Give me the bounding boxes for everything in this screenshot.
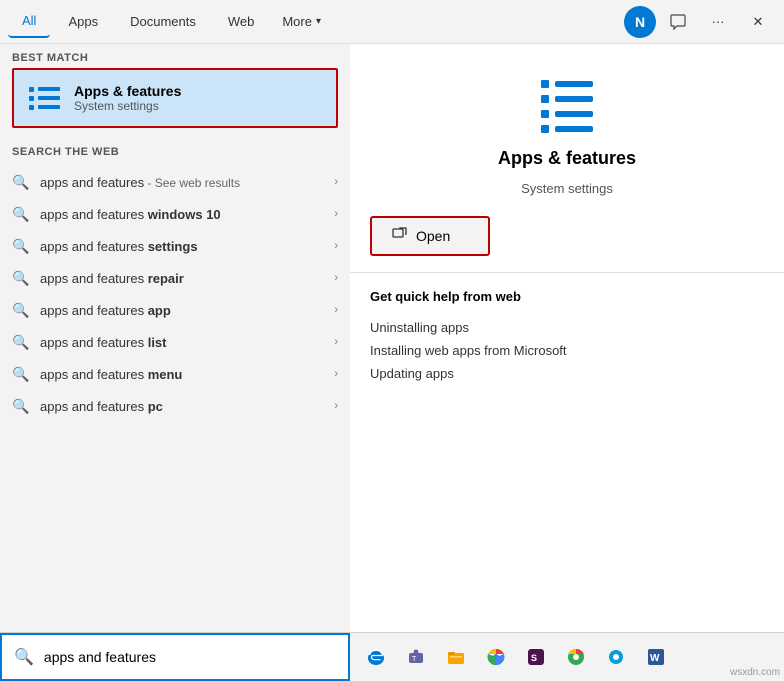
result-text: apps and features pc — [40, 399, 324, 414]
list-item[interactable]: 🔍 apps and features app › — [0, 294, 350, 326]
list-item[interactable]: 🔍 apps and features pc › — [0, 390, 350, 422]
open-icon — [392, 226, 408, 246]
more-dropdown[interactable]: More ▾ — [272, 6, 331, 37]
feedback-icon[interactable] — [660, 4, 696, 40]
watermark: wsxdn.com — [730, 667, 780, 678]
quick-help-link-2[interactable]: Installing web apps from Microsoft — [370, 339, 764, 362]
open-button[interactable]: Open — [370, 216, 490, 256]
apps-features-icon — [26, 80, 62, 116]
tab-documents[interactable]: Documents — [116, 6, 210, 37]
top-nav: All Apps Documents Web More ▾ N ··· ✕ — [0, 0, 784, 44]
tab-web[interactable]: Web — [214, 6, 269, 37]
quick-help-title: Get quick help from web — [370, 289, 764, 304]
search-icon: 🔍 — [12, 269, 30, 287]
user-avatar[interactable]: N — [624, 6, 656, 38]
result-text: apps and features menu — [40, 367, 324, 382]
large-apps-features-icon — [537, 76, 597, 136]
list-item[interactable]: 🔍 apps and features menu › — [0, 358, 350, 390]
chevron-right-icon: › — [334, 400, 338, 412]
search-icon: 🔍 — [12, 397, 30, 415]
taskbar-other-icon[interactable] — [598, 639, 634, 675]
taskbar-chrome-green-icon[interactable] — [558, 639, 594, 675]
list-item[interactable]: 🔍 apps and features repair › — [0, 262, 350, 294]
best-match-subtitle: System settings — [74, 99, 324, 113]
chevron-right-icon: › — [334, 304, 338, 316]
search-icon: 🔍 — [12, 365, 30, 383]
list-item[interactable]: 🔍 apps and features windows 10 › — [0, 198, 350, 230]
chevron-right-icon: › — [334, 176, 338, 188]
result-text: apps and features app — [40, 303, 324, 318]
result-text: apps and features windows 10 — [40, 207, 324, 222]
search-input[interactable] — [44, 649, 336, 665]
best-match-text: Apps & features System settings — [74, 83, 324, 113]
left-panel: Best match — [0, 44, 350, 632]
right-panel: Apps & features System settings Open Get… — [350, 44, 784, 632]
taskbar-word-icon[interactable]: W — [638, 639, 674, 675]
taskbar-chrome-icon[interactable] — [478, 639, 514, 675]
search-box-container: 🔍 — [0, 633, 350, 681]
taskbar-edge-icon[interactable] — [358, 639, 394, 675]
quick-help-link-1[interactable]: Uninstalling apps — [370, 316, 764, 339]
right-title: Apps & features — [498, 148, 636, 169]
search-web-label: Search the web — [12, 146, 338, 158]
right-subtitle: System settings — [521, 181, 613, 196]
search-web-section: Search the web — [0, 138, 350, 166]
list-item[interactable]: 🔍 apps and features list › — [0, 326, 350, 358]
open-label: Open — [416, 228, 450, 244]
best-match-section: Best match — [0, 44, 350, 132]
list-item[interactable]: 🔍 apps and features - See web results › — [0, 166, 350, 198]
best-match-item[interactable]: Apps & features System settings — [12, 68, 338, 128]
svg-text:T: T — [412, 656, 417, 663]
main-container: Best match — [0, 44, 784, 632]
search-icon: 🔍 — [12, 237, 30, 255]
more-label: More — [282, 14, 312, 29]
chevron-right-icon: › — [334, 272, 338, 284]
search-icon: 🔍 — [12, 301, 30, 319]
bottom-bar: 🔍 T S W — [0, 632, 784, 680]
chevron-down-icon: ▾ — [316, 16, 321, 27]
result-text: apps and features list — [40, 335, 324, 350]
more-options-icon[interactable]: ··· — [700, 4, 736, 40]
result-text: apps and features repair — [40, 271, 324, 286]
quick-help-section: Get quick help from web Uninstalling app… — [350, 273, 784, 401]
list-item[interactable]: 🔍 apps and features settings › — [0, 230, 350, 262]
tab-apps[interactable]: Apps — [54, 6, 112, 37]
open-btn-container: Open — [350, 212, 784, 272]
search-result-list: 🔍 apps and features - See web results › … — [0, 166, 350, 632]
result-text: apps and features settings — [40, 239, 324, 254]
result-text: apps and features - See web results — [40, 175, 324, 190]
quick-help-link-3[interactable]: Updating apps — [370, 362, 764, 385]
chevron-right-icon: › — [334, 368, 338, 380]
taskbar-slack-icon[interactable]: S — [518, 639, 554, 675]
svg-text:W: W — [650, 653, 660, 664]
svg-text:S: S — [531, 653, 537, 663]
close-icon[interactable]: ✕ — [740, 4, 776, 40]
taskbar-explorer-icon[interactable] — [438, 639, 474, 675]
chevron-right-icon: › — [334, 208, 338, 220]
tab-all[interactable]: All — [8, 5, 50, 38]
best-match-title: Apps & features — [74, 83, 324, 99]
right-header: Apps & features System settings — [350, 44, 784, 212]
best-match-label: Best match — [12, 52, 338, 64]
search-icon: 🔍 — [12, 333, 30, 351]
chevron-right-icon: › — [334, 240, 338, 252]
taskbar: T S W — [350, 632, 784, 680]
taskbar-teams-icon[interactable]: T — [398, 639, 434, 675]
chevron-right-icon: › — [334, 336, 338, 348]
search-icon: 🔍 — [12, 205, 30, 223]
search-icon: 🔍 — [12, 173, 30, 191]
search-box-icon: 🔍 — [14, 647, 34, 667]
